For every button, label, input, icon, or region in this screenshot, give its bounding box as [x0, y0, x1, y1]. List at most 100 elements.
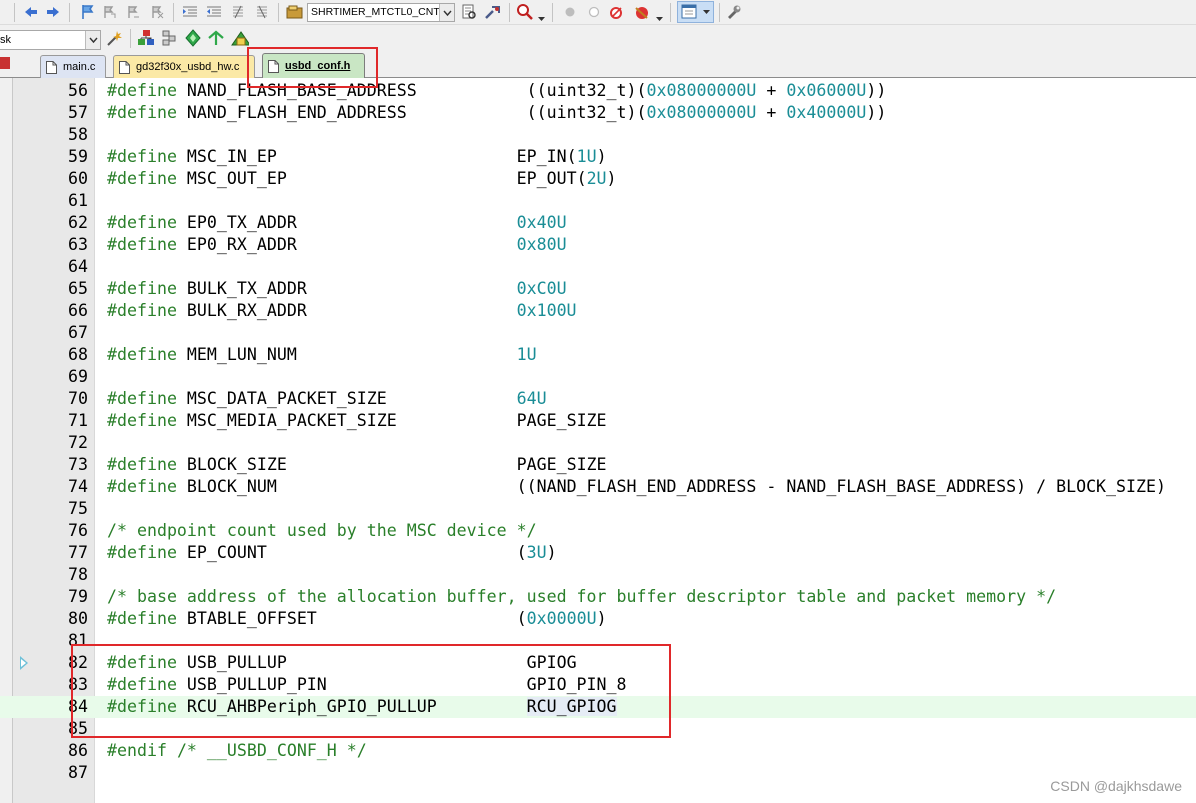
code-line[interactable]: 59 #define MSC_IN_EP EP_IN(1U) — [0, 146, 1196, 168]
wrench-icon[interactable] — [725, 3, 743, 21]
enable-breakpoint-icon[interactable] — [585, 3, 603, 21]
preprocessor-directive: #define — [107, 609, 177, 628]
code-line[interactable]: 70 #define MSC_DATA_PACKET_SIZE 64U — [0, 388, 1196, 410]
find-text-combo[interactable]: SHRTIMER_MTCTL0_CNTC — [307, 3, 455, 22]
code-text: #define NAND_FLASH_END_ADDRESS ((uint32_… — [107, 102, 886, 124]
code-line[interactable]: 87 — [0, 762, 1196, 784]
numeric-literal: 3U — [526, 543, 547, 562]
comment-icon[interactable] — [229, 3, 247, 21]
code-line[interactable]: 64 — [0, 256, 1196, 278]
numeric-literal: 1U — [576, 147, 597, 166]
macro-value: ( — [516, 543, 527, 562]
macro-name: MSC_IN_EP — [176, 147, 277, 166]
code-line[interactable]: 63 #define EP0_RX_ADDR 0x80U — [0, 234, 1196, 256]
clear-bookmarks-icon[interactable] — [148, 3, 166, 21]
insert-breakpoint-icon[interactable] — [561, 3, 579, 21]
incremental-find-icon[interactable] — [484, 3, 502, 21]
line-number: 79 — [68, 587, 88, 606]
target-options-icon[interactable] — [106, 29, 124, 47]
window-layout-button[interactable] — [677, 1, 714, 23]
kill-breakpoints-icon[interactable] — [633, 3, 651, 21]
macro-value: PAGE_SIZE — [516, 455, 607, 474]
code-line[interactable]: 80 #define BTABLE_OFFSET (0x0000U) — [0, 608, 1196, 630]
line-number: 59 — [68, 147, 88, 166]
macro-value: EP_OUT( — [516, 169, 587, 188]
toolbar-separator — [719, 3, 720, 22]
line-number: 58 — [68, 125, 88, 144]
code-line[interactable]: 57 #define NAND_FLASH_END_ADDRESS ((uint3… — [0, 102, 1196, 124]
code-text: #define MSC_MEDIA_PACKET_SIZE PAGE_SIZE — [107, 410, 607, 432]
file-extensions-icon[interactable] — [161, 29, 179, 47]
line-number: 69 — [68, 367, 88, 386]
code-line[interactable]: 65 #define BULK_TX_ADDR 0xC0U — [0, 278, 1196, 300]
code-line[interactable]: 71 #define MSC_MEDIA_PACKET_SIZE PAGE_SIZ… — [0, 410, 1196, 432]
macro-name: NAND_FLASH_END_ADDRESS — [176, 103, 407, 122]
tab-gd32f30x-usbd-hw-c[interactable]: gd32f30x_usbd_hw.c — [113, 55, 255, 78]
toolbar-separator — [130, 29, 131, 48]
prev-bookmark-icon[interactable] — [100, 3, 118, 21]
macro-value: ((uint32_t)( — [526, 103, 647, 122]
code-line[interactable]: 61 — [0, 190, 1196, 212]
code-text: #define MEM_LUN_NUM 1U — [107, 344, 537, 366]
debug-start-icon[interactable] — [516, 3, 534, 21]
chevron-down-icon[interactable] — [538, 8, 545, 21]
unindent-icon[interactable] — [205, 3, 223, 21]
target-select[interactable]: sk — [0, 30, 101, 50]
numeric-literal: 0x80U — [516, 235, 567, 254]
tab-scroll-left-button[interactable] — [0, 57, 10, 69]
disable-breakpoints-icon[interactable] — [608, 3, 626, 21]
indent-icon[interactable] — [181, 3, 199, 21]
code-line[interactable]: 66 #define BULK_RX_ADDR 0x100U — [0, 300, 1196, 322]
line-number: 60 — [68, 169, 88, 188]
macro-value: ) — [596, 147, 607, 166]
chevron-down-icon[interactable] — [439, 4, 454, 21]
find-in-files-icon[interactable] — [286, 3, 304, 21]
main-toolbar: SHRTIMER_MTCTL0_CNTC — [0, 0, 1196, 25]
line-number: 68 — [68, 345, 88, 364]
target-select-value: sk — [0, 34, 11, 46]
code-line[interactable]: 69 — [0, 366, 1196, 388]
annotation-box-code — [71, 644, 671, 738]
forward-arrow-icon[interactable] — [44, 3, 62, 21]
next-bookmark-icon[interactable] — [124, 3, 142, 21]
manage-project-icon[interactable] — [137, 29, 155, 47]
code-line[interactable]: 73 #define BLOCK_SIZE PAGE_SIZE — [0, 454, 1196, 476]
numeric-literal: 0x06000U — [786, 81, 867, 100]
line-number: 77 — [68, 543, 88, 562]
annotation-box-tab — [247, 47, 378, 88]
pack-installer-icon[interactable] — [207, 29, 225, 47]
watermark: CSDN @dajkhsdawe — [1050, 778, 1182, 794]
macro-value: ((NAND_FLASH_END_ADDRESS - NAND_FLASH_BA… — [516, 477, 1166, 496]
code-text: #define NAND_FLASH_BASE_ADDRESS ((uint32… — [107, 80, 886, 102]
code-line[interactable]: 79 /* base address of the allocation buff… — [0, 586, 1196, 608]
macro-value: )) — [866, 103, 887, 122]
chevron-down-icon[interactable] — [656, 8, 663, 21]
macro-name: BLOCK_SIZE — [176, 455, 287, 474]
line-number: 75 — [68, 499, 88, 518]
run-time-env-icon[interactable] — [231, 29, 249, 47]
uncomment-icon[interactable] — [253, 3, 271, 21]
select-packs-icon[interactable] — [184, 29, 202, 47]
back-arrow-icon[interactable] — [22, 3, 40, 21]
code-line[interactable]: 86 #endif /* __USBD_CONF_H */ — [0, 740, 1196, 762]
code-line[interactable]: 74 #define BLOCK_NUM ((NAND_FLASH_END_ADD… — [0, 476, 1196, 498]
bookmark-flag-icon[interactable] — [78, 3, 96, 21]
code-line[interactable]: 78 — [0, 564, 1196, 586]
code-text: #endif /* __USBD_CONF_H */ — [107, 740, 367, 762]
code-line[interactable]: 77 #define EP_COUNT (3U) — [0, 542, 1196, 564]
tab-main-c[interactable]: main.c — [40, 55, 106, 78]
code-comment: /* base address of the allocation buffer… — [107, 587, 1057, 606]
code-line[interactable]: 75 — [0, 498, 1196, 520]
code-line[interactable]: 67 — [0, 322, 1196, 344]
code-line[interactable]: 62 #define EP0_TX_ADDR 0x40U — [0, 212, 1196, 234]
code-line[interactable]: 58 — [0, 124, 1196, 146]
find-icon[interactable] — [460, 3, 478, 21]
code-line[interactable]: 60 #define MSC_OUT_EP EP_OUT(2U) — [0, 168, 1196, 190]
macro-name: BTABLE_OFFSET — [176, 609, 317, 628]
code-line[interactable]: 56 #define NAND_FLASH_BASE_ADDRESS ((uint… — [0, 80, 1196, 102]
code-line[interactable]: 68 #define MEM_LUN_NUM 1U — [0, 344, 1196, 366]
chevron-down-icon[interactable] — [85, 31, 100, 49]
code-line[interactable]: 72 — [0, 432, 1196, 454]
code-line[interactable]: 76 /* endpoint count used by the MSC devi… — [0, 520, 1196, 542]
